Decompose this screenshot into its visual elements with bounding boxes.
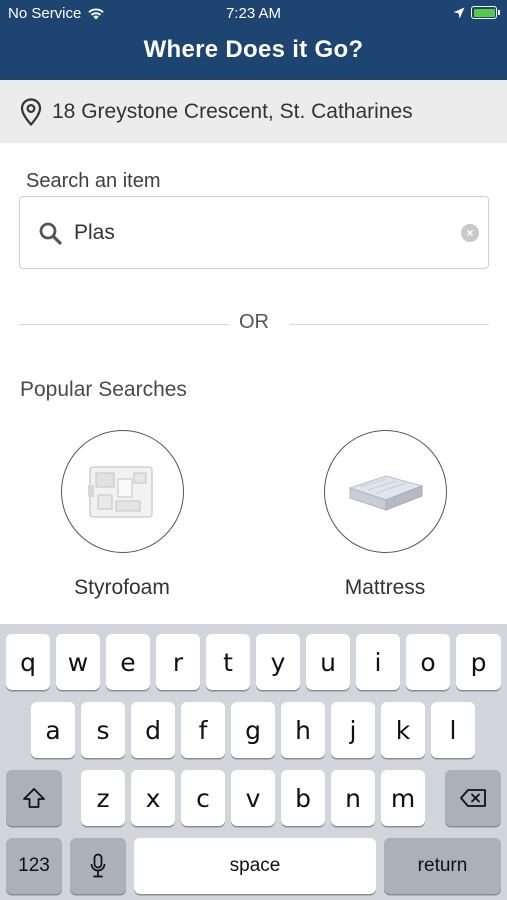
- key-n[interactable]: n: [331, 770, 375, 826]
- return-key[interactable]: return: [384, 838, 501, 894]
- key-w[interactable]: w: [56, 634, 100, 690]
- key-l[interactable]: l: [431, 702, 475, 758]
- backspace-key[interactable]: [445, 770, 501, 826]
- key-c[interactable]: c: [181, 770, 225, 826]
- address-text: 18 Greystone Crescent, St. Catharines: [52, 99, 413, 123]
- key-j[interactable]: j: [331, 702, 375, 758]
- on-screen-keyboard: q w e r t y u i o p a s d f g h j k l z …: [0, 624, 507, 900]
- key-a[interactable]: a: [31, 702, 75, 758]
- key-f[interactable]: f: [181, 702, 225, 758]
- popular-item-label: Styrofoam: [74, 576, 170, 599]
- status-right: [453, 6, 500, 19]
- key-d[interactable]: d: [131, 702, 175, 758]
- location-arrow-icon: [453, 7, 465, 18]
- styrofoam-image: [60, 430, 184, 553]
- key-m[interactable]: m: [381, 770, 425, 826]
- key-i[interactable]: i: [356, 634, 400, 690]
- key-y[interactable]: y: [256, 634, 300, 690]
- search-label: Search an item: [26, 170, 161, 192]
- mattress-image: [323, 430, 447, 553]
- key-s[interactable]: s: [81, 702, 125, 758]
- divider-line-right: [290, 324, 489, 325]
- space-key[interactable]: space: [134, 838, 376, 894]
- popular-item-label: Mattress: [344, 576, 426, 599]
- clear-icon[interactable]: ×: [461, 224, 479, 242]
- search-input[interactable]: [74, 220, 434, 245]
- shift-key[interactable]: [6, 770, 62, 826]
- battery-icon: [471, 6, 500, 19]
- key-z[interactable]: z: [81, 770, 125, 826]
- search-field[interactable]: ×: [19, 196, 489, 269]
- address-bar[interactable]: 18 Greystone Crescent, St. Catharines: [0, 80, 507, 143]
- key-u[interactable]: u: [306, 634, 350, 690]
- key-q[interactable]: q: [6, 634, 50, 690]
- key-x[interactable]: x: [131, 770, 175, 826]
- or-divider: OR: [19, 311, 489, 337]
- dictation-key[interactable]: [70, 838, 126, 894]
- divider-label: OR: [239, 311, 269, 333]
- search-icon: [39, 222, 62, 245]
- key-g[interactable]: g: [231, 702, 275, 758]
- page-title: Where Does it Go?: [143, 36, 364, 63]
- popular-searches-title: Popular Searches: [20, 378, 187, 401]
- shift-icon: [23, 788, 45, 808]
- numbers-key[interactable]: 123: [6, 838, 62, 894]
- backspace-icon: [460, 789, 486, 807]
- battery-level: [473, 8, 495, 17]
- key-v[interactable]: v: [231, 770, 275, 826]
- key-b[interactable]: b: [281, 770, 325, 826]
- key-h[interactable]: h: [281, 702, 325, 758]
- key-o[interactable]: o: [406, 634, 450, 690]
- status-bar: No Service 7:23 AM: [0, 0, 507, 28]
- key-k[interactable]: k: [381, 702, 425, 758]
- status-time: 7:23 AM: [225, 5, 282, 22]
- app-header: No Service 7:23 AM Where Does it Go?: [0, 0, 507, 80]
- key-r[interactable]: r: [156, 634, 200, 690]
- microphone-icon: [90, 853, 106, 878]
- key-p[interactable]: p: [456, 634, 501, 690]
- popular-item-mattress[interactable]: Mattress: [305, 430, 465, 600]
- location-pin-icon: [20, 97, 42, 126]
- key-e[interactable]: e: [106, 634, 150, 690]
- popular-item-styrofoam[interactable]: Styrofoam: [42, 430, 202, 600]
- key-t[interactable]: t: [206, 634, 250, 690]
